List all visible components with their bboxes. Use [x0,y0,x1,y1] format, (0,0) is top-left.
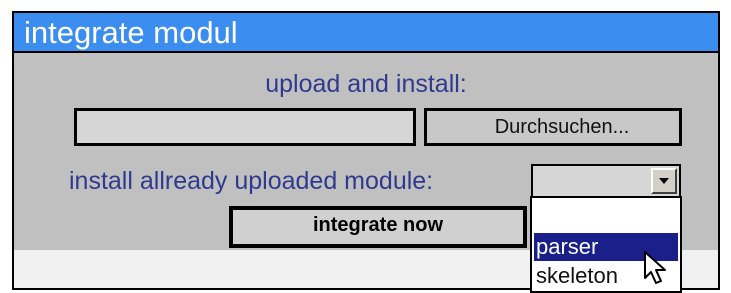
browse-button[interactable]: Durchsuchen... [424,108,682,146]
install-uploaded-label: install allready uploaded module: [69,167,434,195]
mouse-pointer-icon [644,251,666,284]
chevron-down-icon [659,178,669,184]
module-select[interactable] [531,164,681,198]
upload-label: upload and install: [265,70,467,98]
panel-title: integrate modul [14,13,718,53]
file-path-input[interactable] [74,108,416,146]
integrate-now-button[interactable]: integrate now [229,206,527,248]
dropdown-arrow-button[interactable] [651,168,677,194]
dropdown-option-empty[interactable] [534,200,678,228]
